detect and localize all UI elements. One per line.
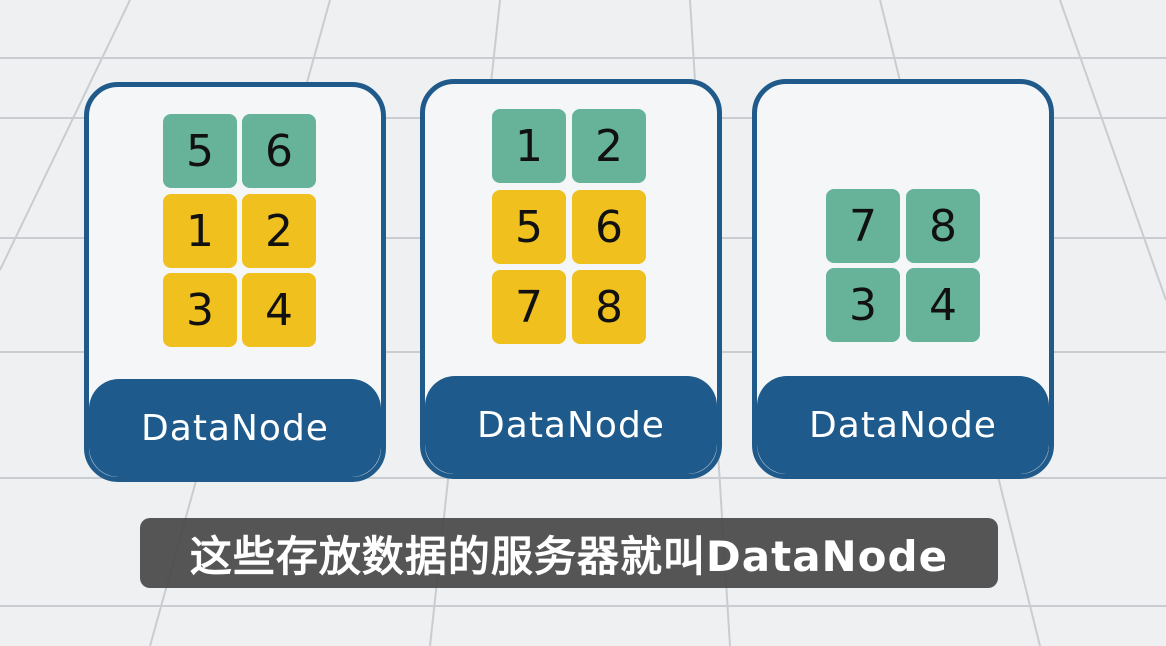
block: 2	[572, 109, 646, 183]
block: 2	[242, 194, 316, 268]
block: 3	[163, 273, 237, 347]
block: 6	[242, 114, 316, 188]
datanode-label: DataNode	[809, 404, 997, 446]
datanode-3: 7 8 3 4 DataNode	[752, 79, 1054, 479]
block: 7	[492, 270, 566, 344]
datanode-footer: DataNode	[89, 379, 381, 477]
block: 1	[163, 194, 237, 268]
datanode-footer: DataNode	[425, 376, 717, 474]
datanode-label: DataNode	[477, 404, 665, 446]
block: 7	[826, 189, 900, 263]
block: 1	[492, 109, 566, 183]
datanode-1: 5 6 1 2 3 4 DataNode	[84, 82, 386, 482]
datanode-footer: DataNode	[757, 376, 1049, 474]
block: 3	[826, 268, 900, 342]
subtitle-caption: 这些存放数据的服务器就叫DataNode	[140, 518, 998, 588]
datanode-label: DataNode	[141, 407, 329, 449]
block: 5	[492, 190, 566, 264]
datanode-2: 1 2 5 6 7 8 DataNode	[420, 79, 722, 479]
block: 8	[906, 189, 980, 263]
block: 8	[572, 270, 646, 344]
block: 4	[906, 268, 980, 342]
block: 6	[572, 190, 646, 264]
block: 4	[242, 273, 316, 347]
block: 5	[163, 114, 237, 188]
